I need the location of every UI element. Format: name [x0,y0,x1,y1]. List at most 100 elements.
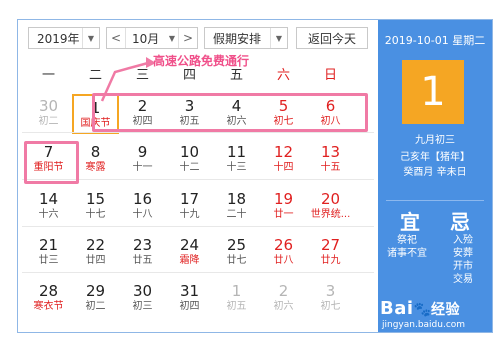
month-selector: < 10月 ▼ > [106,27,198,49]
day-cell[interactable]: 16 十八 [119,187,166,227]
day-number: 8 [90,143,101,161]
day-cell[interactable]: 27 廿九 [307,233,354,273]
day-detail-panel: 2019-10-01 星期二 1 九月初三 己亥年【猪年】 癸酉月 辛未日 宜 … [378,20,492,332]
day-number: 31 [179,282,200,300]
baidu-jingyan-watermark: Bai🐾经验 jingyan.baidu.com [380,298,465,330]
holiday-select-value: 假期安排 [213,31,262,46]
day-cell[interactable]: 3 初七 [307,279,354,319]
day-cell[interactable]: 30 初三 [119,279,166,319]
day-number: 1 [231,282,242,300]
almanac-item: 入殓 [453,235,473,246]
selected-date-label: 2019-10-01 星期二 [384,34,486,47]
chongyang-highlight [24,141,79,184]
lunar-label: 十八 [132,209,153,220]
year-select[interactable]: 2019年 ▼ [28,27,100,49]
cropped-header-text [0,0,500,10]
day-number: 16 [132,190,153,208]
lunar-label: 廿四 [85,255,106,266]
month-select-value[interactable]: 10月 [126,30,166,47]
day-cell[interactable]: 11 十三 [213,140,260,180]
lunar-label: 初二 [38,116,59,127]
lunar-label: 廿七 [226,255,247,266]
day-number: 15 [85,190,106,208]
lunar-label: 十六 [38,209,59,220]
day-cell[interactable]: 21 廿三 [25,233,72,273]
day-cell[interactable]: 30 初二 [25,94,72,134]
day-cell[interactable]: 10 十二 [166,140,213,180]
lunar-label: 廿八 [273,255,294,266]
lunar-label: 十五 [320,162,341,173]
day-cell[interactable]: 31 初四 [166,279,213,319]
day-cell[interactable]: 17 十九 [166,187,213,227]
day-cell[interactable]: 8 寒露 [72,140,119,180]
suitable-list: 祭祀 诸事不宜 [384,234,430,260]
day-number: 27 [320,236,341,254]
back-to-today-button[interactable]: 返回今天 [296,27,368,49]
watermark-site: jingyan.baidu.com [382,320,466,330]
day-cell[interactable]: 14 十六 [25,187,72,227]
day-number: 30 [38,97,59,115]
almanac-item: 祭祀 [397,235,417,246]
day-cell[interactable]: 26 廿八 [260,233,307,273]
lunar-label: 霜降 [179,255,200,266]
lunar-label: 寒衣节 [33,301,64,312]
lunar-label: 初二 [85,301,106,312]
chevron-down-icon: ▼ [270,28,287,48]
week-divider [22,272,374,273]
week-divider [22,132,374,133]
day-number: 18 [226,190,247,208]
day-number: 28 [38,282,59,300]
ganzhi-month-day: 癸酉月 辛未日 [403,167,467,178]
day-number: 12 [273,143,294,161]
day-cell[interactable]: 15 十七 [72,187,119,227]
calendar-main: 2019年 ▼ < 10月 ▼ > 假期安排 ▼ 返回今天 高速公路免费通行 一… [18,20,378,332]
day-cell[interactable]: 19 廿一 [260,187,307,227]
day-cell[interactable]: 23 廿五 [119,233,166,273]
day-number: 14 [38,190,59,208]
weekday-label: 六 [276,68,290,83]
day-number: 11 [226,143,247,161]
lunar-label: 廿三 [38,255,59,266]
day-cell[interactable]: 1 初五 [213,279,260,319]
chevron-down-icon[interactable]: ▼ [166,28,178,48]
weekday-label: 四 [182,68,196,83]
day-number: 19 [273,190,294,208]
day-cell[interactable]: 20 世界统... [307,187,354,227]
lunar-label: 世界统... [310,209,351,220]
day-cell[interactable]: 13 十五 [307,140,354,180]
lunar-label: 寒露 [85,162,106,173]
day-cell[interactable]: 22 廿四 [72,233,119,273]
lunar-label: 十九 [179,209,200,220]
avoid-title: 忌 [450,210,470,234]
day-cell[interactable]: 9 十一 [119,140,166,180]
lunar-label: 廿一 [273,209,294,220]
almanac-item: 诸事不宜 [387,248,427,259]
day-cell[interactable]: 18 二十 [213,187,260,227]
day-number: 29 [85,282,106,300]
day-cell[interactable]: 25 廿七 [213,233,260,273]
lunar-label: 廿五 [132,255,153,266]
day-cell[interactable]: 29 初二 [72,279,119,319]
prev-month-button[interactable]: < [107,28,126,48]
day-cell[interactable]: 12 十四 [260,140,307,180]
almanac-item: 交易 [453,274,473,285]
year-select-value: 2019年 [37,31,80,46]
divider [386,200,484,201]
lunar-label: 十三 [226,162,247,173]
weekday-label: 一 [41,68,55,83]
day-cell[interactable]: 28 寒衣节 [25,279,72,319]
holiday-select[interactable]: 假期安排 ▼ [204,27,288,49]
watermark-brand: Bai [380,298,414,319]
weekday-label: 二 [88,68,102,83]
day-number: 3 [325,282,336,300]
lunar-label: 初三 [132,301,153,312]
day-cell[interactable]: 2 初六 [260,279,307,319]
next-month-button[interactable]: > [178,28,197,48]
weekday-label: 五 [229,68,243,83]
watermark-brand-cn: 经验 [430,302,460,318]
day-cell[interactable]: 24 霜降 [166,233,213,273]
almanac-item: 开市 [453,261,473,272]
lunar-label: 二十 [226,209,247,220]
big-day-number: 1 [402,60,464,124]
ganzhi-year: 己亥年【猪年】 [400,152,470,163]
